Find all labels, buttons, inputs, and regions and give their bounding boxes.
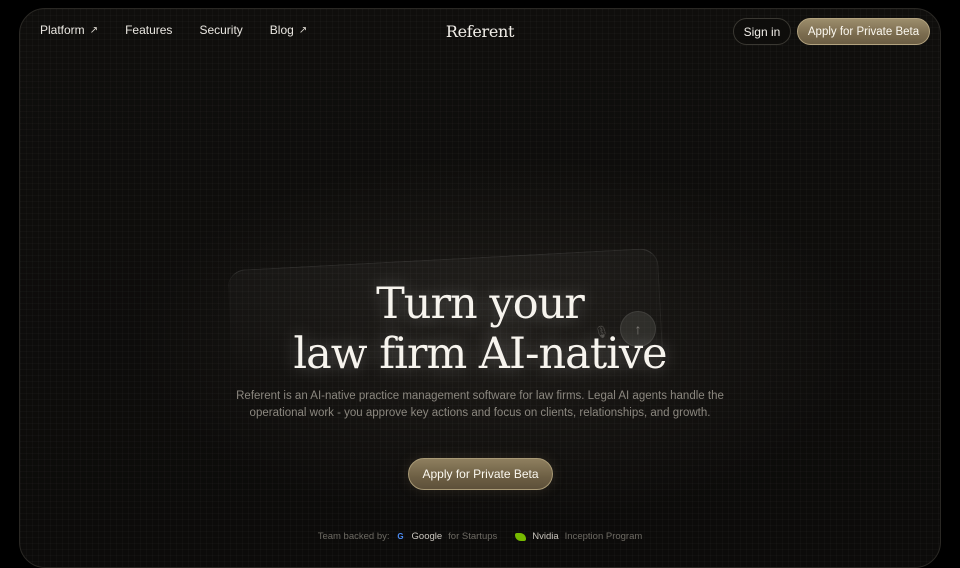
nav-link-label: Blog <box>269 23 294 37</box>
backers-strip: Team backed by: G Google for Startups Nv… <box>20 531 940 542</box>
hero-subtitle-line-2: operational work - you approve key actio… <box>249 407 711 419</box>
nav-link-label: Features <box>125 23 173 37</box>
nav-link-blog[interactable]: Blog ↗ <box>270 23 307 37</box>
apply-beta-button-nav[interactable]: Apply for Private Beta <box>797 18 930 45</box>
nvidia-program: Inception Program <box>564 531 643 542</box>
backers-label: Team backed by: <box>317 531 390 542</box>
google-name: Google <box>411 531 443 542</box>
nav-links: Platform ↗ Features Security Blog ↗ <box>40 23 334 37</box>
page-frame: Platform ↗ Features Security Blog ↗ Refe… <box>19 8 941 568</box>
hero-subtitle-line-1: Referent is an AI-native practice manage… <box>236 390 724 402</box>
apply-beta-button-hero[interactable]: Apply for Private Beta <box>408 458 553 490</box>
top-nav: Platform ↗ Features Security Blog ↗ Refe… <box>20 9 940 57</box>
arrow-up-right-icon: ↗ <box>298 24 308 36</box>
nvidia-icon <box>515 532 527 541</box>
nav-link-security[interactable]: Security <box>199 23 242 37</box>
nvidia-name: Nvidia <box>532 531 559 542</box>
google-program: for Startups <box>448 531 498 542</box>
arrow-up-right-icon: ↗ <box>89 24 99 36</box>
nav-link-features[interactable]: Features <box>125 23 172 37</box>
hero-title-line-2: law firm AI-native <box>293 329 667 379</box>
hero-subtitle: Referent is an AI-native practice manage… <box>20 388 940 422</box>
nav-link-platform[interactable]: Platform ↗ <box>40 23 98 37</box>
google-icon: G <box>397 532 404 541</box>
nav-link-label: Security <box>199 23 243 37</box>
sign-in-button[interactable]: Sign in <box>733 18 791 45</box>
nav-link-label: Platform <box>40 23 85 37</box>
brand-logo[interactable]: Referent <box>446 22 515 41</box>
hero-title: Turn your law firm AI-native <box>20 279 940 379</box>
hero-title-line-1: Turn your <box>376 279 585 329</box>
